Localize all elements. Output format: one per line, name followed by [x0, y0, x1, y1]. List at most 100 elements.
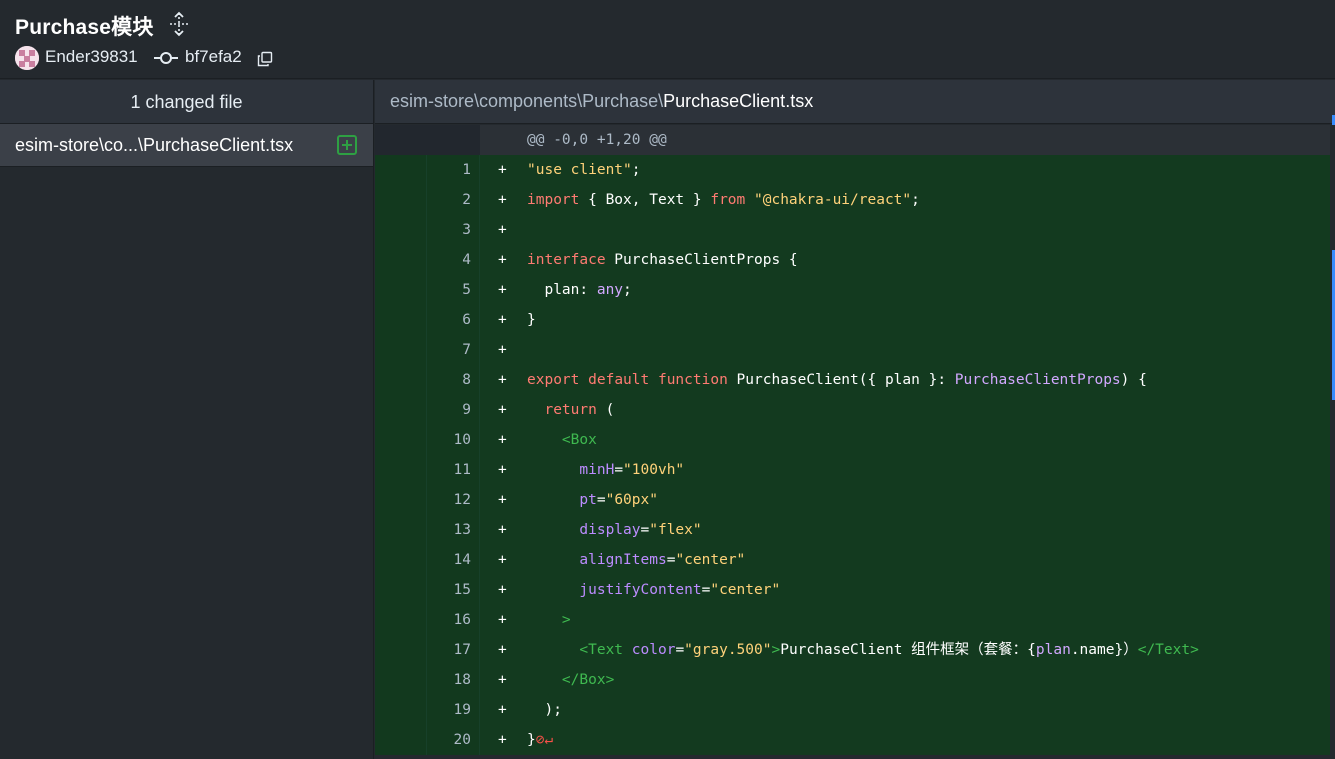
- code-token: "use client": [527, 162, 632, 178]
- code-text: interface PurchaseClientProps {: [527, 245, 798, 275]
- code-text: minH="100vh": [527, 455, 684, 485]
- no-newline-icon: ⊘↵: [535, 732, 554, 748]
- commit-header: Purchase模块 Ender39831 bf7efa2: [0, 0, 1335, 79]
- new-line-number: 20: [427, 725, 480, 755]
- diff-line: 5 + plan: any;: [375, 275, 1330, 305]
- code-text: >: [527, 605, 571, 635]
- code-token: ;: [623, 282, 632, 298]
- added-line-marker: +: [498, 522, 507, 538]
- old-line-number: [375, 485, 427, 515]
- file-list-item-name: esim-store\co...\PurchaseClient.tsx: [15, 135, 294, 155]
- new-line-number: 15: [427, 575, 480, 605]
- commit-sha: bf7efa2: [185, 47, 242, 66]
- old-line-number: [375, 245, 427, 275]
- new-line-number: 4: [427, 245, 480, 275]
- code-token: color: [631, 642, 676, 658]
- old-line-number: [375, 695, 427, 725]
- code-token: =: [596, 492, 606, 508]
- old-line-number: [375, 335, 427, 365]
- file-list-item[interactable]: esim-store\co...\PurchaseClient.tsx: [0, 124, 373, 167]
- code-text: alignItems="center": [527, 545, 745, 575]
- code-token: "center": [710, 582, 781, 598]
- code-token: "gray.500": [684, 642, 772, 658]
- code-token: );: [527, 702, 562, 718]
- code-token: minH: [579, 462, 615, 478]
- code-token: =: [640, 522, 650, 538]
- code-text: export default function PurchaseClient({…: [527, 365, 1147, 395]
- added-line-marker: +: [498, 702, 507, 718]
- code-token: "center": [675, 552, 746, 568]
- old-line-number: [375, 365, 427, 395]
- code-token: PurchaseClient({ plan }:: [727, 372, 955, 388]
- copy-icon[interactable]: [257, 51, 273, 67]
- code-token: PurchaseClient 组件框架（套餐：{: [780, 642, 1036, 658]
- old-line-number: [375, 575, 427, 605]
- code-text: pt="60px": [527, 485, 658, 515]
- added-line-marker: +: [498, 282, 507, 298]
- new-line-number: 11: [427, 455, 480, 485]
- new-line-number: 1: [427, 155, 480, 185]
- added-line-marker: +: [498, 492, 507, 508]
- new-line-number: 7: [427, 335, 480, 365]
- code-token: =: [614, 462, 624, 478]
- code-token: { Box, Text }: [579, 192, 711, 208]
- code-token: }: [527, 732, 536, 748]
- old-line-number: [375, 635, 427, 665]
- new-line-number: 16: [427, 605, 480, 635]
- code-token: <Box: [561, 432, 597, 448]
- git-commit-icon: [154, 52, 178, 64]
- code-token: "60px": [605, 492, 658, 508]
- scrollbar-markers[interactable]: [1331, 115, 1335, 400]
- code-text: justifyContent="center": [527, 575, 780, 605]
- new-line-number: 14: [427, 545, 480, 575]
- hunk-header-text: @@ -0,0 +1,20 @@: [527, 132, 667, 148]
- added-line-marker: +: [498, 192, 507, 208]
- diff-line: 2 + import { Box, Text } from "@chakra-ui/…: [375, 185, 1330, 215]
- added-line-marker: +: [498, 402, 507, 418]
- old-line-number: [375, 455, 427, 485]
- code-token: .name}）: [1070, 642, 1138, 658]
- old-line-number: [375, 185, 427, 215]
- new-line-number: 19: [427, 695, 480, 725]
- added-line-marker: +: [498, 612, 507, 628]
- old-line-number: [375, 665, 427, 695]
- code-token: import: [527, 192, 580, 208]
- new-line-number: 5: [427, 275, 480, 305]
- diff-line: 7 +: [375, 335, 1330, 365]
- old-line-number: [375, 425, 427, 455]
- code-token: function: [657, 372, 728, 388]
- diff-body: @@ -0,0 +1,20 @@ 1 + "use client"; 2 + import…: [375, 125, 1330, 755]
- code-token: from: [710, 192, 746, 208]
- code-token: =: [675, 642, 685, 658]
- diff-line: 10 + <Box: [375, 425, 1330, 455]
- file-added-icon: [337, 135, 357, 155]
- code-text: plan: any;: [527, 275, 632, 305]
- added-line-marker: +: [498, 252, 507, 268]
- diff-line: 1 + "use client";: [375, 155, 1330, 185]
- new-line-number: 8: [427, 365, 480, 395]
- code-token: ;: [911, 192, 920, 208]
- new-line-number: 18: [427, 665, 480, 695]
- file-path-header: esim-store\components\Purchase\PurchaseC…: [375, 80, 1335, 124]
- diff-line: 13 + display="flex": [375, 515, 1330, 545]
- added-line-marker: +: [498, 732, 507, 748]
- code-token: "@chakra-ui/react": [754, 192, 912, 208]
- expand-icon[interactable]: [167, 11, 191, 37]
- new-line-number: 10: [427, 425, 480, 455]
- old-line-number: [375, 725, 427, 755]
- old-line-number: [375, 215, 427, 245]
- code-token: justifyContent: [579, 582, 702, 598]
- code-text: <Box: [527, 425, 597, 455]
- added-line-marker: +: [498, 642, 507, 658]
- diff-line: 19 + );: [375, 695, 1330, 725]
- old-line-number: [375, 545, 427, 575]
- old-line-number: [375, 515, 427, 545]
- code-token: PurchaseClientProps {: [605, 252, 798, 268]
- added-line-marker: +: [498, 222, 507, 238]
- new-line-number: 9: [427, 395, 480, 425]
